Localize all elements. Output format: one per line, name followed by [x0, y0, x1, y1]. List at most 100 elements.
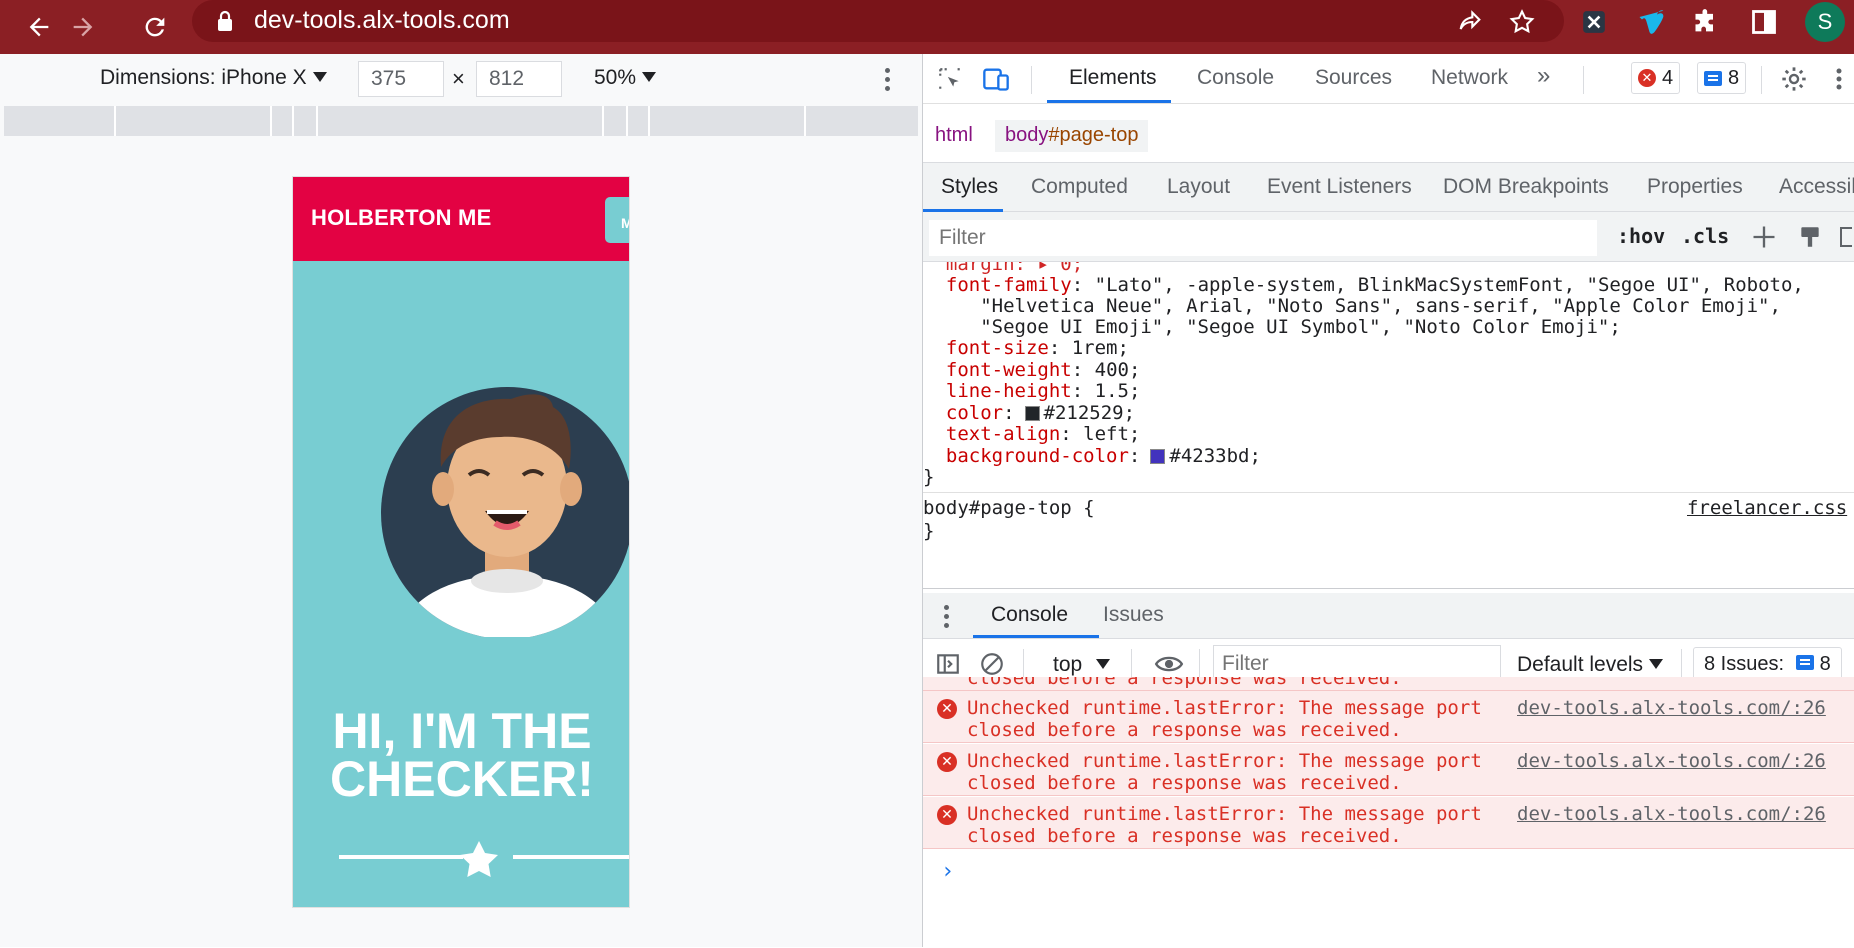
console-prompt[interactable]: › [941, 859, 954, 884]
media-query-segment[interactable] [602, 106, 604, 136]
clear-console-icon[interactable] [977, 649, 1007, 679]
reload-button[interactable] [132, 4, 178, 50]
issues-button[interactable]: 8 Issues: 8 [1693, 647, 1842, 681]
subtab-styles[interactable]: Styles [941, 175, 998, 199]
address-bar[interactable]: dev-tools.alx-tools.com [192, 0, 1564, 42]
cls-button[interactable]: .cls [1681, 224, 1729, 248]
drawer-tab-issues[interactable]: Issues [1103, 603, 1164, 627]
media-query-segment[interactable] [114, 106, 116, 136]
styles-filter-input[interactable] [929, 220, 1597, 256]
css-declaration[interactable]: background-color: #4233bd; [923, 445, 1261, 467]
tab-console[interactable]: Console [1197, 66, 1274, 90]
styles-rules: margin: ▸ 0; font-family: "Lato", -apple… [923, 262, 1854, 588]
device-select[interactable]: Dimensions: iPhone X [100, 66, 327, 90]
more-options-icon[interactable] [880, 66, 894, 94]
tab-sources[interactable]: Sources [1315, 66, 1392, 90]
error-icon: ✕ [937, 699, 957, 719]
extension-x-icon[interactable] [1576, 4, 1612, 40]
separator [1031, 66, 1032, 94]
media-query-segment[interactable] [270, 106, 272, 136]
css-property: font-size [945, 337, 1049, 359]
error-count-badge[interactable]: ✕ 4 [1631, 62, 1681, 94]
media-query-bar[interactable] [4, 106, 918, 136]
subtab-computed[interactable]: Computed [1031, 175, 1128, 199]
tab-network[interactable]: Network [1431, 66, 1508, 90]
log-entry-error[interactable]: ✕ Unchecked runtime.lastError: The messa… [923, 744, 1854, 796]
log-source-link[interactable]: dev-tools.alx-tools.com/:26 [1517, 803, 1826, 825]
eye-icon[interactable] [1151, 649, 1187, 679]
profile-avatar[interactable]: S [1805, 2, 1845, 42]
devtools-more-icon[interactable] [1829, 64, 1849, 94]
color-swatch[interactable] [1024, 406, 1040, 421]
site-brand[interactable]: HOLBERTON ME [311, 205, 491, 231]
log-line-1: Unchecked runtime.lastError: The message… [967, 750, 1482, 772]
media-query-segment[interactable] [804, 106, 806, 136]
extension-vimeo-icon[interactable] [1634, 4, 1670, 40]
css-declaration[interactable]: line-height: 1.5; [923, 380, 1141, 402]
lock-icon[interactable] [216, 10, 234, 32]
subtab-event-listeners[interactable]: Event Listeners [1267, 175, 1412, 199]
css-rule-close: } [923, 520, 935, 542]
zoom-select[interactable]: 50% [594, 66, 657, 90]
width-input[interactable] [358, 61, 444, 97]
log-line-2: closed before a response was received. [967, 719, 1402, 741]
log-message: Unchecked runtime.lastError: The message… [967, 803, 1482, 847]
context-select[interactable]: top [1053, 653, 1111, 677]
device-toggle-icon[interactable] [981, 64, 1011, 94]
forward-button[interactable] [60, 4, 106, 50]
share-icon[interactable] [1454, 6, 1486, 38]
drawer-menu-icon[interactable] [939, 603, 953, 631]
side-panel-icon[interactable] [1746, 4, 1782, 40]
css-property: font-weight [945, 359, 1072, 381]
console-sidebar-icon[interactable] [933, 649, 963, 679]
subtab-properties[interactable]: Properties [1647, 175, 1743, 199]
media-query-segment[interactable] [292, 106, 294, 136]
sidebar-toggle-icon[interactable] [1837, 222, 1854, 252]
url-text[interactable]: dev-tools.alx-tools.com [254, 6, 510, 35]
media-query-segment[interactable] [316, 106, 318, 136]
css-declaration[interactable]: font-weight: 400; [923, 359, 1141, 381]
log-line-2: closed before a response was received. [967, 772, 1402, 794]
css-declaration[interactable]: text-align: left; [923, 423, 1140, 445]
paint-brush-icon[interactable] [1795, 222, 1825, 252]
subtab-accessibility[interactable]: Accessib [1779, 175, 1854, 199]
forward-arrow-icon [73, 17, 93, 37]
stylesheet-link[interactable]: freelancer.css [1687, 497, 1847, 519]
device-label: Dimensions: iPhone X [100, 66, 307, 89]
menu-button[interactable]: M [605, 197, 629, 243]
more-tabs-icon[interactable]: » [1537, 62, 1550, 90]
breadcrumb-html[interactable]: html [925, 120, 983, 152]
media-query-segment[interactable] [626, 106, 628, 136]
inspect-element-icon[interactable] [935, 64, 965, 94]
gear-icon[interactable] [1779, 64, 1809, 94]
separator [1199, 649, 1200, 677]
tab-elements[interactable]: Elements [1069, 66, 1157, 90]
height-input[interactable] [476, 61, 562, 97]
puzzle-icon[interactable] [1688, 4, 1724, 40]
bookmark-star-icon[interactable] [1506, 6, 1538, 38]
color-swatch[interactable] [1150, 449, 1166, 464]
css-selector[interactable]: body#page-top { [923, 497, 1095, 519]
error-icon: ✕ [937, 752, 957, 772]
add-rule-icon[interactable] [1749, 222, 1779, 252]
log-levels-select[interactable]: Default levels [1517, 653, 1664, 677]
css-value: "Segoe UI Emoji", "Segoe UI Symbol", "No… [980, 316, 1621, 338]
css-declaration[interactable]: font-size: 1rem; [923, 337, 1129, 359]
media-query-segment[interactable] [648, 106, 650, 136]
log-source-link[interactable]: dev-tools.alx-tools.com/:26 [1517, 697, 1826, 719]
css-declaration[interactable]: color: #212529; [923, 402, 1135, 424]
breadcrumb-body[interactable]: body#page-top [995, 120, 1149, 152]
context-label: top [1053, 653, 1083, 676]
hov-button[interactable]: :hov [1617, 224, 1665, 248]
subtab-dom-breakpoints[interactable]: DOM Breakpoints [1443, 175, 1609, 199]
star-icon [460, 841, 498, 877]
log-entry-error[interactable]: ✕ Unchecked runtime.lastError: The messa… [923, 691, 1854, 743]
log-entry-error[interactable]: ✕ Unchecked runtime.lastError: The messa… [923, 797, 1854, 849]
message-count-badge[interactable]: 8 [1697, 62, 1747, 94]
log-message: closed before a response was received. [967, 677, 1402, 689]
css-declaration[interactable]: font-family: "Lato", -apple-system, Blin… [923, 274, 1804, 296]
subtab-layout[interactable]: Layout [1167, 175, 1230, 199]
drawer-tab-console[interactable]: Console [991, 603, 1068, 627]
log-source-link[interactable]: dev-tools.alx-tools.com/:26 [1517, 750, 1826, 772]
back-button[interactable] [16, 4, 62, 50]
